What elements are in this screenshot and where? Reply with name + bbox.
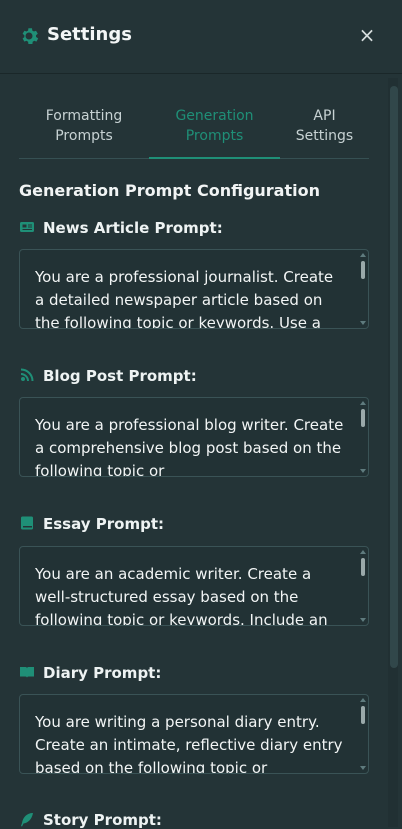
- tab-generation-prompts[interactable]: Generation Prompts: [149, 106, 280, 159]
- prompt-label-text: Story Prompt:: [43, 811, 162, 829]
- textarea-value: You are a professional journalist. Creat…: [35, 268, 334, 329]
- news-article-prompt-label: News Article Prompt:: [19, 219, 223, 237]
- newspaper-icon: [20, 222, 34, 232]
- textarea-scrollbar[interactable]: [358, 695, 368, 773]
- prompt-label-text: Essay Prompt:: [43, 515, 164, 533]
- tab-label-line2: Prompts: [185, 128, 244, 144]
- tab-label-line2: Prompts: [55, 128, 113, 144]
- tab-api-settings[interactable]: API Settings: [280, 106, 369, 158]
- story-prompt-label: Story Prompt:: [19, 811, 162, 829]
- book-icon: [21, 516, 33, 530]
- textarea-value: You are a professional blog writer. Crea…: [35, 416, 344, 477]
- textarea-scrollbar[interactable]: [358, 250, 368, 328]
- gear-icon: [22, 28, 39, 44]
- blog-icon: [20, 368, 34, 382]
- blog-post-prompt-textarea[interactable]: You are a professional blog writer. Crea…: [19, 397, 369, 477]
- prompt-label-text: Diary Prompt:: [43, 664, 162, 682]
- panel-scrollbar-thumb[interactable]: [390, 86, 398, 668]
- blog-post-prompt-label: Blog Post Prompt:: [19, 367, 197, 385]
- tab-label-line2: Settings: [295, 128, 354, 144]
- diary-prompt-textarea[interactable]: You are writing a personal diary entry. …: [19, 694, 369, 774]
- tab-label-line1: API: [313, 108, 336, 124]
- prompt-label-text: News Article Prompt:: [43, 219, 223, 237]
- settings-header: Settings ×: [0, 0, 402, 74]
- open-book-icon: [20, 667, 34, 678]
- settings-tabs: Formatting Prompts Generation Prompts AP…: [19, 106, 369, 159]
- active-tab-indicator: [149, 157, 280, 159]
- tab-label-line1: Formatting: [45, 108, 123, 124]
- feather-icon: [21, 813, 33, 827]
- tab-formatting-prompts[interactable]: Formatting Prompts: [19, 106, 149, 158]
- prompt-label-text: Blog Post Prompt:: [43, 367, 197, 385]
- close-button[interactable]: ×: [356, 24, 378, 46]
- tab-label-line1: Generation: [175, 108, 254, 124]
- diary-prompt-label: Diary Prompt:: [19, 664, 161, 682]
- section-title: Generation Prompt Configuration: [19, 181, 320, 200]
- textarea-value: You are writing a personal diary entry. …: [35, 713, 343, 774]
- news-article-prompt-textarea[interactable]: You are a professional journalist. Creat…: [19, 249, 369, 329]
- essay-prompt-label: Essay Prompt:: [19, 515, 164, 533]
- textarea-scrollbar[interactable]: [358, 398, 368, 476]
- essay-prompt-textarea[interactable]: You are an academic writer. Create a wel…: [19, 546, 369, 626]
- textarea-value: You are an academic writer. Create a wel…: [35, 565, 328, 626]
- textarea-scrollbar[interactable]: [358, 547, 368, 625]
- page-title: Settings: [47, 24, 132, 45]
